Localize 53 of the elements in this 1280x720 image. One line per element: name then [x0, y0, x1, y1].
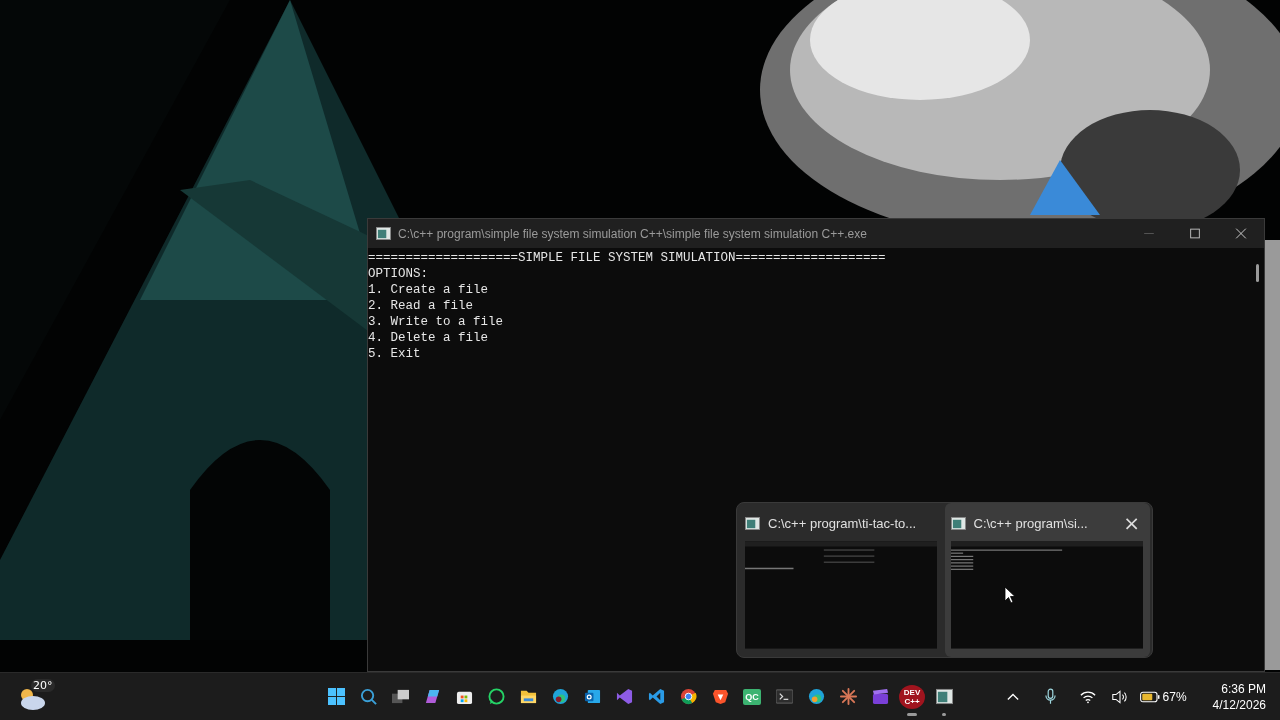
shield-icon — [711, 688, 729, 705]
console-icon — [935, 688, 953, 705]
console-line: OPTIONS: — [368, 266, 429, 282]
browser-icon — [807, 688, 825, 705]
battery-percentage: 67% — [1162, 689, 1187, 704]
close-button[interactable]: × — [1119, 513, 1144, 533]
windows-logo-icon — [327, 688, 345, 705]
chat-bubble-icon — [487, 688, 505, 705]
temperature: 20° — [31, 679, 55, 692]
running-indicator — [907, 713, 917, 716]
running-indicator — [942, 713, 946, 716]
app-icon — [423, 688, 441, 705]
scrollbar-thumb[interactable] — [1255, 264, 1259, 282]
microphone-icon[interactable] — [1044, 688, 1056, 705]
preview-title: C:\c++ program\si... — [973, 515, 1089, 531]
taskbar-app-button[interactable]: DEV C++ — [896, 673, 928, 720]
console-line: 1. Create a file — [368, 282, 490, 298]
preview-item[interactable]: C:\c++ program\ti-tac-to... — [739, 503, 945, 657]
app-icon — [615, 688, 633, 705]
console-icon — [745, 516, 760, 530]
starburst-icon — [839, 688, 857, 705]
terminal-icon — [775, 688, 793, 705]
mail-icon — [583, 688, 601, 705]
console-line: 5. Exit — [368, 346, 422, 362]
browser-icon — [551, 688, 569, 705]
search-icon — [359, 688, 377, 705]
pointer-icon — [1004, 586, 1016, 604]
chevron-up-icon[interactable] — [1006, 692, 1019, 701]
preview-item[interactable]: C:\c++ program\si... × — [944, 503, 1150, 657]
console-line: 4. Delete a file — [368, 330, 490, 346]
battery-icon — [1139, 690, 1160, 703]
code-editor-icon — [647, 688, 665, 705]
time: 6:36 PM — [1221, 680, 1266, 697]
task-view-icon — [391, 688, 409, 705]
battery-status[interactable]: 67% — [1139, 689, 1187, 704]
preview-title: C:\c++ program\ti-tac-to... — [768, 515, 918, 531]
speaker-icon[interactable] — [1111, 689, 1128, 704]
cloud-moon-icon — [18, 687, 46, 711]
app-icon: DEV C++ — [899, 684, 925, 709]
folder-icon — [519, 688, 537, 705]
console-line: ====================SIMPLE FILE SYSTEM SIMULATION==================== — [368, 250, 887, 266]
console-icon — [376, 227, 391, 240]
console-icon — [950, 516, 966, 530]
weather-widget[interactable]: 20° — [18, 679, 54, 713]
clapperboard-icon — [871, 688, 889, 705]
window-title: C:\c++ program\simple file system simulation C++\simple file system simulation C++.exe — [398, 226, 868, 241]
console-line: 2. Read a file — [368, 298, 475, 314]
app-icon: QC — [743, 688, 761, 705]
console-line: 3. Write to a file — [368, 314, 505, 330]
browser-icon — [679, 688, 697, 705]
wifi-icon[interactable] — [1079, 689, 1096, 704]
clock[interactable]: 6:36 PM 4/12/2026 — [1212, 680, 1266, 713]
date: 4/12/2026 — [1212, 696, 1266, 713]
